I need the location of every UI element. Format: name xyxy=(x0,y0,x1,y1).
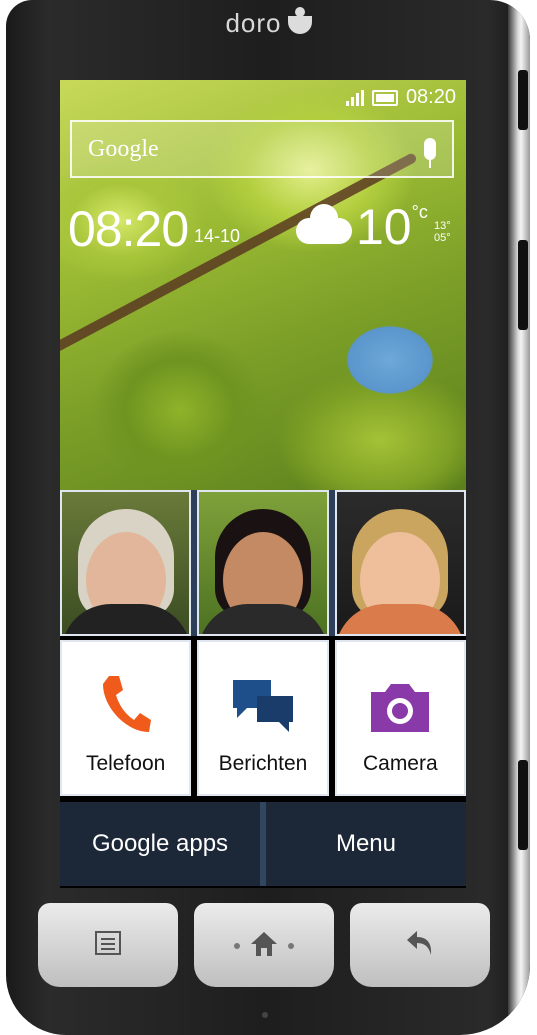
volume-key[interactable] xyxy=(518,240,528,330)
home-key[interactable] xyxy=(194,903,334,987)
brand-mark-icon xyxy=(287,7,312,34)
status-bar: 08:20 xyxy=(345,86,456,109)
widget-temperature[interactable]: 10°c xyxy=(356,198,428,256)
temp-high: 13° xyxy=(434,220,451,232)
status-time: 08:20 xyxy=(405,86,456,108)
telefoon-label: Telefoon xyxy=(85,752,166,775)
back-key[interactable] xyxy=(350,903,490,987)
menu-button[interactable]: Menu xyxy=(266,802,466,886)
cloud-icon xyxy=(296,204,352,244)
app-tiles: Telefoon Berichten Camera xyxy=(60,640,466,796)
messages-icon xyxy=(231,678,295,736)
contact-2-body xyxy=(199,604,327,634)
screen: 08:20 Google 08:20 14-10 10°c 13° 05° Te… xyxy=(60,80,466,888)
menu-icon xyxy=(94,930,122,961)
bottom-button-row: Google apps Menu xyxy=(60,802,466,886)
google-apps-button[interactable]: Google apps xyxy=(60,802,260,886)
widget-clock[interactable]: 08:20 xyxy=(68,200,189,258)
camera-key[interactable] xyxy=(518,760,528,850)
temperature-unit: °c xyxy=(411,202,428,222)
berichten-label: Berichten xyxy=(218,752,308,775)
berichten-tile[interactable]: Berichten xyxy=(197,640,329,796)
speaker-dot xyxy=(262,1012,268,1018)
contact-1-body xyxy=(62,604,190,634)
telefoon-tile[interactable]: Telefoon xyxy=(60,640,192,796)
brand-logo: doro xyxy=(0,7,537,39)
contacts-row xyxy=(60,490,466,636)
contact-photo-3[interactable] xyxy=(334,490,466,636)
home-icon xyxy=(231,928,297,963)
brand-name: doro xyxy=(225,8,282,38)
search-bar[interactable]: Google xyxy=(70,120,454,178)
camera-label: Camera xyxy=(362,752,438,775)
widget-date: 14-10 xyxy=(194,226,241,246)
contact-photo-1[interactable] xyxy=(60,490,192,636)
temp-low: 05° xyxy=(434,232,451,244)
camera-icon xyxy=(367,680,433,736)
contact-photo-2[interactable] xyxy=(197,490,329,636)
search-label: Google xyxy=(88,135,159,162)
contact-3-body xyxy=(336,604,464,634)
camera-tile[interactable]: Camera xyxy=(334,640,466,796)
hardware-nav-row xyxy=(38,903,490,987)
side-key-top[interactable] xyxy=(518,70,528,130)
signal-icon xyxy=(345,89,364,106)
battery-icon xyxy=(371,89,398,106)
phone-side-rail xyxy=(508,0,530,1035)
mic-icon[interactable] xyxy=(424,138,436,168)
back-icon xyxy=(405,929,435,962)
menu-key[interactable] xyxy=(38,903,178,987)
phone-icon xyxy=(99,672,153,736)
temperature-range: 13° 05° xyxy=(434,220,451,244)
temperature-value: 10 xyxy=(356,199,412,255)
